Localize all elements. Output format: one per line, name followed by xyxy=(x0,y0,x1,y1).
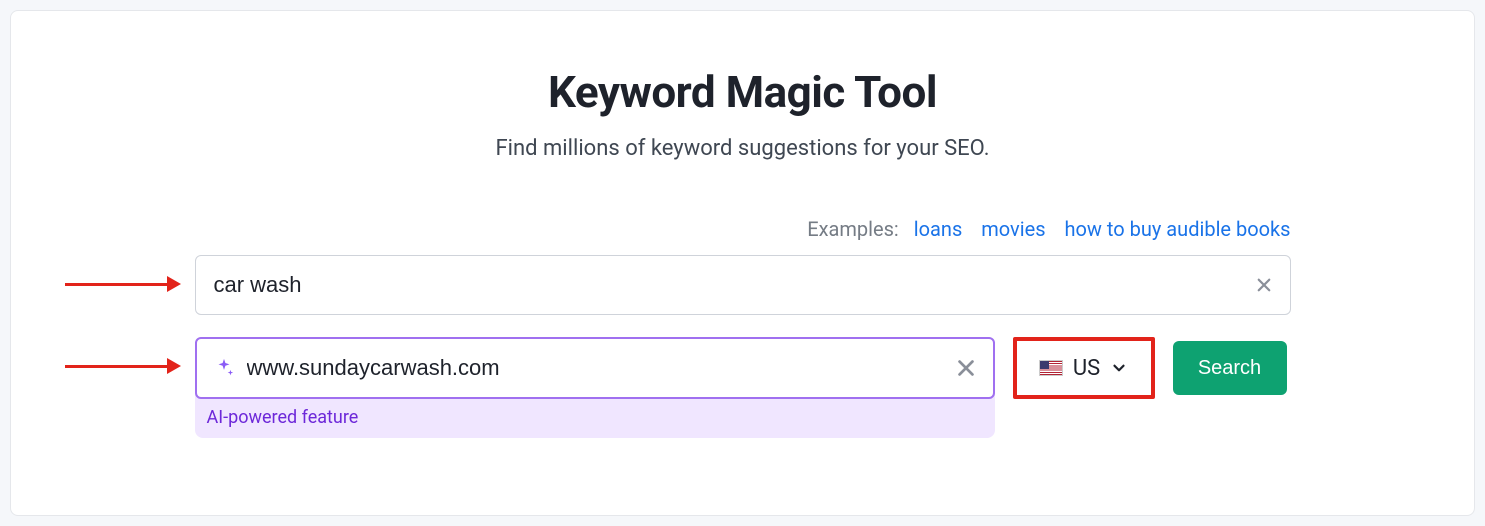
tool-panel: Keyword Magic Tool Find millions of keyw… xyxy=(10,10,1475,516)
clear-domain-icon[interactable] xyxy=(955,357,977,379)
examples-label: Examples: xyxy=(807,217,899,241)
example-link-movies[interactable]: movies xyxy=(981,217,1045,241)
annotation-box-country: US xyxy=(1013,337,1155,399)
examples-row: Examples: loans movies how to buy audibl… xyxy=(195,217,1291,241)
ai-caption: AI-powered feature xyxy=(195,399,995,428)
search-form: Examples: loans movies how to buy audibl… xyxy=(195,217,1291,438)
sparkle-icon xyxy=(213,357,235,379)
domain-input-wrap xyxy=(195,337,995,399)
example-link-audible[interactable]: how to buy audible books xyxy=(1064,217,1290,241)
annotation-arrow-keyword xyxy=(65,277,181,291)
search-button[interactable]: Search xyxy=(1173,341,1287,395)
flag-us-icon xyxy=(1039,360,1063,376)
domain-input[interactable] xyxy=(247,355,943,381)
second-row: AI-powered feature US Search xyxy=(195,337,1291,438)
country-label: US xyxy=(1073,356,1100,381)
chevron-down-icon xyxy=(1110,359,1128,377)
example-link-loans[interactable]: loans xyxy=(914,217,963,241)
clear-keyword-icon[interactable] xyxy=(1253,274,1275,296)
country-block: US xyxy=(1013,337,1155,399)
page-title: Keyword Magic Tool xyxy=(51,66,1434,118)
country-select[interactable]: US xyxy=(1019,343,1149,393)
page-subtitle: Find millions of keyword suggestions for… xyxy=(51,136,1434,161)
keyword-row xyxy=(195,255,1291,315)
domain-block: AI-powered feature xyxy=(195,337,995,438)
annotation-arrow-domain xyxy=(65,359,181,373)
keyword-input[interactable] xyxy=(195,255,1291,315)
